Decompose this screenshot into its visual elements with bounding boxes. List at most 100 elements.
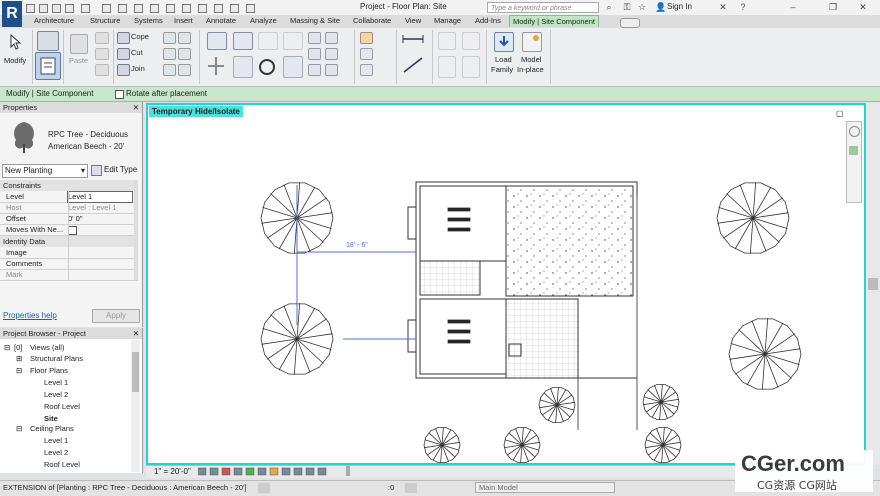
hide-in-view-icon[interactable] bbox=[360, 32, 373, 44]
tab-structure[interactable]: Structure bbox=[90, 16, 120, 25]
split-element-icon[interactable] bbox=[308, 32, 321, 44]
tree-node-ceiling-level-1[interactable]: Level 1 bbox=[44, 436, 68, 445]
worksets-icon[interactable] bbox=[258, 483, 270, 493]
split-face-icon[interactable] bbox=[163, 32, 176, 44]
load-family-icon[interactable] bbox=[494, 32, 514, 52]
save-icon[interactable] bbox=[39, 4, 48, 13]
dimension-icon[interactable] bbox=[402, 56, 424, 74]
create-group-icon[interactable] bbox=[438, 56, 456, 78]
tab-massing-site[interactable]: Massing & Site bbox=[290, 16, 340, 25]
array-icon[interactable] bbox=[308, 48, 321, 60]
join-icon[interactable] bbox=[117, 64, 130, 76]
open-icon[interactable] bbox=[26, 4, 35, 13]
offset-input[interactable]: 0' 0" bbox=[68, 214, 83, 223]
constraints-section[interactable]: Constraints bbox=[0, 180, 138, 191]
mirror-draw-icon[interactable] bbox=[283, 32, 303, 50]
split-gap-icon[interactable] bbox=[325, 32, 338, 44]
tab-add-ins[interactable]: Add-Ins bbox=[475, 16, 501, 25]
revit-logo-button[interactable]: R bbox=[2, 1, 22, 27]
pin-icon[interactable] bbox=[308, 64, 321, 76]
property-row-mark[interactable]: Mark bbox=[0, 269, 138, 281]
apply-button[interactable]: Apply bbox=[92, 309, 140, 323]
design-options-icon[interactable] bbox=[405, 483, 417, 493]
properties-icon[interactable] bbox=[35, 52, 61, 80]
zoom-icon[interactable] bbox=[849, 146, 858, 155]
tree-node-ceiling-level-2[interactable]: Level 2 bbox=[44, 448, 68, 457]
exchange-icon[interactable]: ✕ bbox=[718, 2, 728, 12]
cope-icon[interactable] bbox=[117, 32, 130, 44]
move-icon[interactable] bbox=[207, 56, 225, 76]
tab-analyze[interactable]: Analyze bbox=[250, 16, 277, 25]
tree-symbol[interactable] bbox=[642, 384, 680, 420]
drawing-canvas[interactable]: Temporary Hide/Isolate 18' - 6" ▢ bbox=[146, 103, 866, 465]
close-hidden-icon[interactable] bbox=[230, 4, 239, 13]
model-in-place-icon[interactable] bbox=[522, 32, 542, 52]
sign-in-link[interactable]: Sign In bbox=[667, 2, 692, 11]
linework-icon[interactable] bbox=[360, 64, 373, 76]
search-icon[interactable]: ⌕ bbox=[604, 2, 614, 12]
demolish-icon[interactable] bbox=[178, 48, 191, 60]
modify-cursor-icon[interactable] bbox=[8, 33, 22, 50]
offset-icon[interactable] bbox=[233, 32, 253, 50]
workset-dropdown[interactable]: Main Model bbox=[475, 482, 615, 493]
site-plan-drawing[interactable]: 18' - 6" bbox=[148, 105, 864, 463]
search-input[interactable]: Type a keyword or phrase bbox=[487, 2, 599, 13]
close-properties-icon[interactable]: ✕ bbox=[133, 103, 139, 112]
close-browser-icon[interactable]: ✕ bbox=[133, 329, 139, 338]
tree-node-floor-level-1[interactable]: Level 1 bbox=[44, 378, 68, 387]
view-scale[interactable]: 1" = 20'-0" bbox=[154, 467, 191, 476]
tag-icon[interactable] bbox=[150, 4, 159, 13]
rotate-icon[interactable] bbox=[258, 56, 276, 76]
tab-architecture[interactable]: Architecture bbox=[34, 16, 74, 25]
mirror-axis-icon[interactable] bbox=[258, 32, 278, 50]
paste-icon[interactable] bbox=[70, 34, 88, 54]
vertical-scroll-thumb[interactable] bbox=[868, 278, 878, 290]
create-similar-icon[interactable] bbox=[462, 56, 480, 78]
user-icon[interactable]: 👤 bbox=[655, 2, 666, 12]
sync-icon[interactable] bbox=[52, 4, 61, 13]
print-icon[interactable] bbox=[102, 4, 111, 13]
ribbon-minimize-toggle[interactable] bbox=[620, 18, 640, 28]
type-properties-icon[interactable] bbox=[37, 31, 59, 51]
line-style-icon[interactable] bbox=[178, 64, 191, 76]
tree-node-structural-plans[interactable]: Structural Plans bbox=[30, 354, 83, 363]
browser-scroll-thumb[interactable] bbox=[132, 352, 139, 392]
tree-symbol[interactable] bbox=[728, 318, 802, 390]
expand-icon[interactable]: ⊞ bbox=[16, 354, 22, 363]
collapse-icon[interactable]: ⊟ bbox=[16, 366, 22, 375]
tree-symbol[interactable] bbox=[716, 182, 790, 254]
undo-icon[interactable] bbox=[65, 4, 74, 13]
copy-icon[interactable] bbox=[95, 32, 109, 44]
pick-icon[interactable] bbox=[163, 64, 176, 76]
close-icon[interactable]: ✕ bbox=[858, 2, 868, 12]
measure-icon[interactable] bbox=[118, 4, 127, 13]
switch-windows-icon[interactable] bbox=[246, 4, 255, 13]
moves-with-nearby-checkbox[interactable] bbox=[68, 226, 77, 235]
browser-scrollbar[interactable] bbox=[131, 340, 140, 472]
tree-node-views-all[interactable]: Views (all) bbox=[30, 343, 64, 352]
thin-lines-icon[interactable] bbox=[214, 4, 223, 13]
properties-help-link[interactable]: Properties help bbox=[3, 311, 57, 320]
properties-scrollbar[interactable] bbox=[134, 180, 138, 280]
create-assembly-icon[interactable] bbox=[438, 32, 456, 50]
vertical-scrollbar[interactable] bbox=[866, 103, 880, 465]
cut-geometry-icon[interactable] bbox=[117, 48, 130, 60]
instance-filter-dropdown[interactable]: New Planting ▾ bbox=[2, 164, 88, 178]
tree-node-site[interactable]: Site bbox=[44, 414, 58, 423]
override-graphics-icon[interactable] bbox=[360, 48, 373, 60]
cut-icon[interactable] bbox=[95, 48, 109, 60]
text-icon[interactable] bbox=[166, 4, 175, 13]
tab-view[interactable]: View bbox=[405, 16, 421, 25]
horizontal-scroll-left[interactable] bbox=[346, 466, 350, 476]
view-control-icons[interactable] bbox=[197, 467, 328, 476]
scale-icon[interactable] bbox=[325, 48, 338, 60]
unpin-icon[interactable] bbox=[325, 64, 338, 76]
match-type-icon[interactable] bbox=[95, 64, 109, 76]
tree-node-ceiling-roof-level[interactable]: Roof Level bbox=[44, 460, 80, 469]
steering-wheel-icon[interactable] bbox=[849, 126, 860, 137]
tab-annotate[interactable]: Annotate bbox=[206, 16, 236, 25]
section-icon[interactable] bbox=[198, 4, 207, 13]
tree-node-floor-level-2[interactable]: Level 2 bbox=[44, 390, 68, 399]
restore-icon[interactable]: ❐ bbox=[828, 2, 838, 12]
tree-node-floor-roof-level[interactable]: Roof Level bbox=[44, 402, 80, 411]
